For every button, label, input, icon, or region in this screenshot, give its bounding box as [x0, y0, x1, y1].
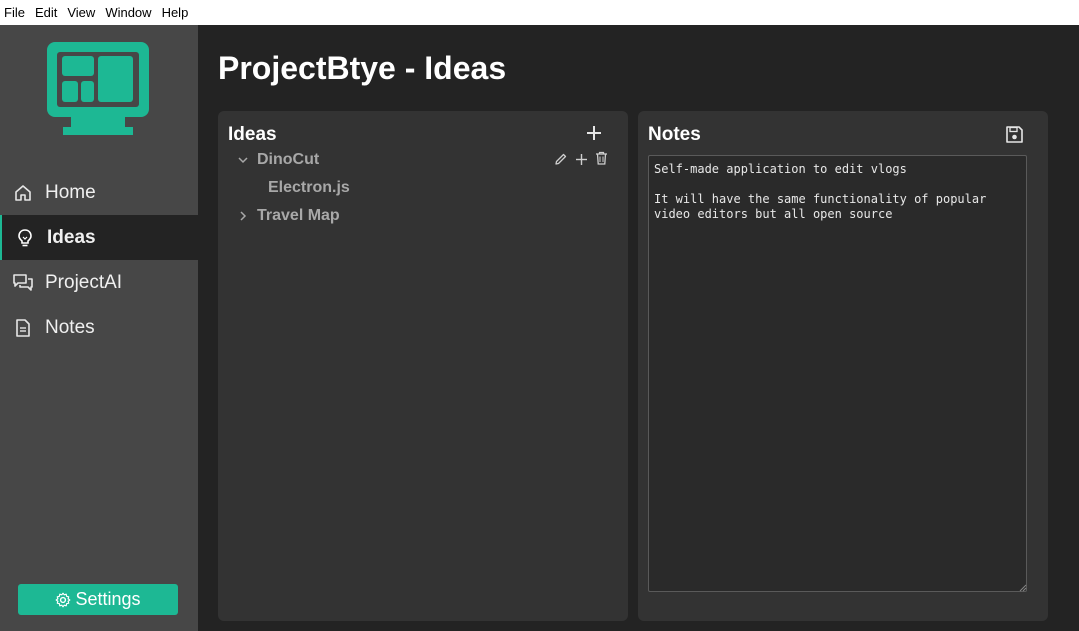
tree-item-label: DinoCut [257, 151, 320, 168]
sidebar-item-home[interactable]: Home [0, 170, 198, 215]
chevron-right-icon[interactable] [236, 209, 250, 223]
tree-item-label: Travel Map [257, 207, 340, 224]
lightbulb-icon [14, 227, 36, 249]
tree-item-dinocut[interactable]: DinoCut [236, 151, 319, 169]
sidebar-item-label: ProjectAI [45, 271, 123, 293]
pencil-icon [555, 153, 567, 165]
sidebar-item-label: Notes [45, 316, 95, 338]
chat-icon [12, 272, 34, 294]
notes-panel: Notes Self-made application to edit vlog… [638, 111, 1048, 621]
menu-window[interactable]: Window [100, 0, 156, 25]
gear-icon [55, 592, 71, 608]
sidebar: Home Ideas ProjectAI Notes Settings [0, 25, 198, 631]
tree-item-travel-map[interactable]: Travel Map [236, 207, 340, 225]
delete-idea-button[interactable] [593, 150, 609, 166]
save-icon [1005, 125, 1023, 143]
ideas-panel-title: Ideas [228, 124, 277, 145]
menu-help[interactable]: Help [157, 0, 194, 25]
resize-grip-icon[interactable] [1019, 584, 1027, 592]
page-title: ProjectBtye - Ideas [218, 50, 507, 86]
sidebar-item-label: Home [45, 181, 96, 203]
edit-idea-button[interactable] [553, 151, 569, 167]
tree-item-electron[interactable]: Electron.js [268, 179, 350, 197]
menu-file[interactable]: File [0, 0, 30, 25]
plus-icon [575, 153, 587, 165]
chevron-down-icon[interactable] [236, 153, 250, 167]
home-icon [12, 182, 34, 204]
save-notes-button[interactable] [1003, 123, 1025, 145]
document-icon [12, 317, 34, 339]
ideas-panel: Ideas DinoCut Electron.js Travel Map [218, 111, 628, 621]
add-subidea-button[interactable] [573, 151, 589, 167]
add-idea-button[interactable] [584, 123, 604, 143]
sidebar-item-notes[interactable]: Notes [0, 305, 198, 350]
sidebar-item-label: Ideas [47, 226, 96, 248]
sidebar-item-ideas[interactable]: Ideas [0, 215, 198, 260]
settings-label: Settings [75, 589, 141, 609]
menu-bar: File Edit View Window Help [0, 0, 1079, 25]
plus-icon [587, 126, 601, 140]
trash-icon [595, 151, 607, 165]
notes-textarea[interactable]: Self-made application to edit vlogs It w… [648, 155, 1027, 592]
settings-button[interactable]: Settings [18, 584, 178, 615]
menu-edit[interactable]: Edit [30, 0, 62, 25]
sidebar-item-projectai[interactable]: ProjectAI [0, 260, 198, 305]
menu-view[interactable]: View [62, 0, 100, 25]
tree-item-label: Electron.js [268, 179, 350, 196]
app-logo [47, 42, 149, 135]
notes-panel-title: Notes [648, 124, 701, 145]
